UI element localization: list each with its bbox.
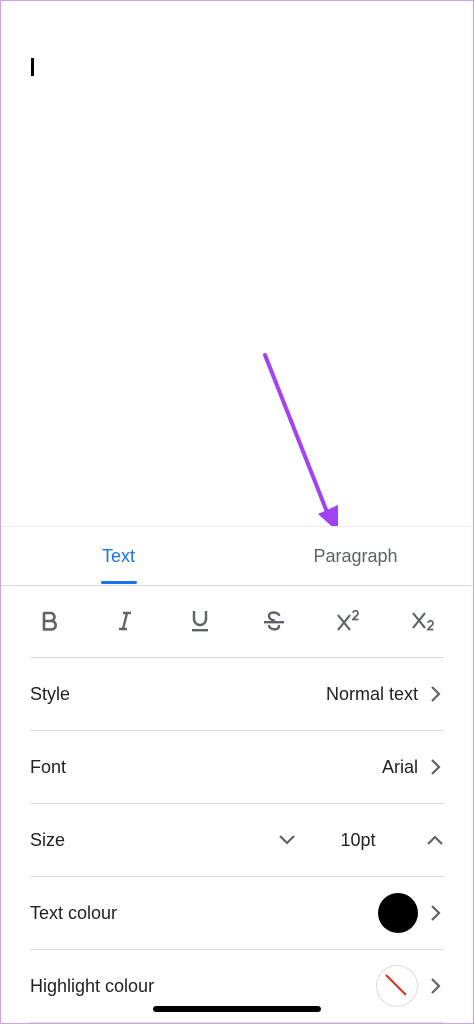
text-cursor bbox=[31, 58, 34, 76]
tab-paragraph[interactable]: Paragraph bbox=[237, 527, 474, 585]
home-indicator[interactable] bbox=[153, 1006, 321, 1012]
style-value: Normal text bbox=[325, 683, 418, 704]
tab-text[interactable]: Text bbox=[0, 527, 237, 585]
bold-button[interactable] bbox=[30, 601, 70, 641]
font-value: Arial bbox=[381, 756, 418, 777]
document-canvas[interactable] bbox=[0, 0, 474, 526]
superscript-button[interactable] bbox=[329, 601, 369, 641]
text-colour-swatch bbox=[378, 893, 418, 933]
no-colour-icon bbox=[385, 974, 407, 996]
strikethrough-icon bbox=[264, 611, 285, 631]
underline-icon bbox=[191, 611, 208, 632]
font-label: Font bbox=[30, 756, 67, 777]
chevron-down-icon bbox=[279, 835, 295, 845]
italic-icon bbox=[118, 611, 131, 631]
chevron-right-icon bbox=[428, 978, 444, 994]
text-colour-row[interactable]: Text colour bbox=[30, 877, 444, 950]
tab-text-label: Text bbox=[101, 545, 135, 566]
style-label: Style bbox=[30, 683, 71, 704]
size-row: Size 10pt bbox=[30, 804, 444, 877]
highlight-colour-swatch bbox=[376, 965, 418, 1007]
size-decrease-button[interactable] bbox=[272, 834, 302, 846]
size-increase-button[interactable] bbox=[414, 834, 444, 846]
font-row[interactable]: Font Arial bbox=[30, 731, 444, 804]
chevron-up-icon bbox=[427, 835, 443, 845]
format-tabs: Text Paragraph bbox=[0, 527, 474, 586]
underline-button[interactable] bbox=[180, 601, 220, 641]
size-label: Size bbox=[30, 829, 66, 850]
highlight-colour-row[interactable]: Highlight colour bbox=[30, 950, 444, 1023]
text-colour-label: Text colour bbox=[30, 902, 118, 923]
highlight-colour-label: Highlight colour bbox=[30, 975, 155, 996]
bold-icon bbox=[42, 611, 57, 631]
tab-active-indicator bbox=[101, 581, 137, 584]
size-value: 10pt bbox=[340, 829, 376, 850]
chevron-right-icon bbox=[428, 905, 444, 921]
italic-button[interactable] bbox=[105, 601, 145, 641]
text-format-toolbar bbox=[30, 585, 444, 658]
tab-paragraph-label: Paragraph bbox=[313, 545, 398, 566]
subscript-button[interactable] bbox=[404, 601, 444, 641]
strikethrough-button[interactable] bbox=[254, 601, 294, 641]
format-panel: Text Paragraph Style Normal text Font Ar… bbox=[0, 526, 474, 1025]
chevron-right-icon bbox=[428, 686, 444, 702]
style-row[interactable]: Style Normal text bbox=[30, 658, 444, 731]
subscript-icon bbox=[412, 612, 434, 631]
chevron-right-icon bbox=[428, 759, 444, 775]
superscript-icon bbox=[337, 610, 360, 631]
